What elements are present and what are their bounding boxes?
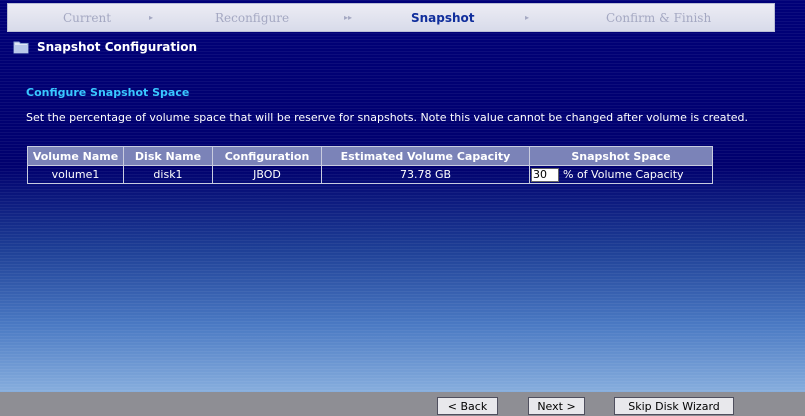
step-snapshot: Snapshot: [411, 11, 475, 25]
step-reconfigure: Reconfigure: [215, 11, 290, 25]
cell-volume-name: volume1: [27, 165, 124, 184]
volume-table: Volume Name Disk Name Configuration Esti…: [27, 146, 713, 184]
cell-configuration: JBOD: [212, 165, 322, 184]
page-header: Snapshot Configuration: [13, 38, 197, 56]
wizard-step-bar: Current ▸ Reconfigure ▸▸ Snapshot ▸ Conf…: [7, 3, 775, 32]
cell-capacity: 73.78 GB: [321, 165, 530, 184]
step-current: Current: [63, 11, 112, 25]
step-separator-arrow-icon: ▸: [149, 13, 154, 22]
table-row: volume1 disk1 JBOD 73.78 GB % of Volume …: [27, 165, 713, 184]
step-confirm-finish: Confirm & Finish: [606, 11, 712, 25]
cell-disk-name: disk1: [123, 165, 213, 184]
back-button[interactable]: < Back: [437, 397, 498, 415]
column-header-configuration: Configuration: [212, 146, 322, 166]
snapshot-description: Set the percentage of volume space that …: [26, 111, 749, 124]
step-separator-double-arrow-icon: ▸▸: [344, 13, 353, 22]
table-header-row: Volume Name Disk Name Configuration Esti…: [27, 146, 713, 166]
column-header-snapshot-space: Snapshot Space: [529, 146, 713, 166]
step-separator-arrow-icon: ▸: [525, 13, 530, 22]
wizard-window: Current ▸ Reconfigure ▸▸ Snapshot ▸ Conf…: [0, 0, 805, 416]
snapshot-space-input[interactable]: [531, 167, 559, 182]
folder-icon: [13, 40, 29, 54]
column-header-capacity: Estimated Volume Capacity: [321, 146, 530, 166]
page-title: Snapshot Configuration: [37, 40, 197, 54]
snapshot-unit-label: % of Volume Capacity: [563, 167, 684, 181]
column-header-volume-name: Volume Name: [27, 146, 124, 166]
next-button[interactable]: Next >: [528, 397, 585, 415]
skip-disk-wizard-button[interactable]: Skip Disk Wizard: [614, 397, 734, 415]
cell-snapshot-space: % of Volume Capacity: [529, 165, 713, 184]
section-title: Configure Snapshot Space: [26, 86, 190, 99]
column-header-disk-name: Disk Name: [123, 146, 213, 166]
